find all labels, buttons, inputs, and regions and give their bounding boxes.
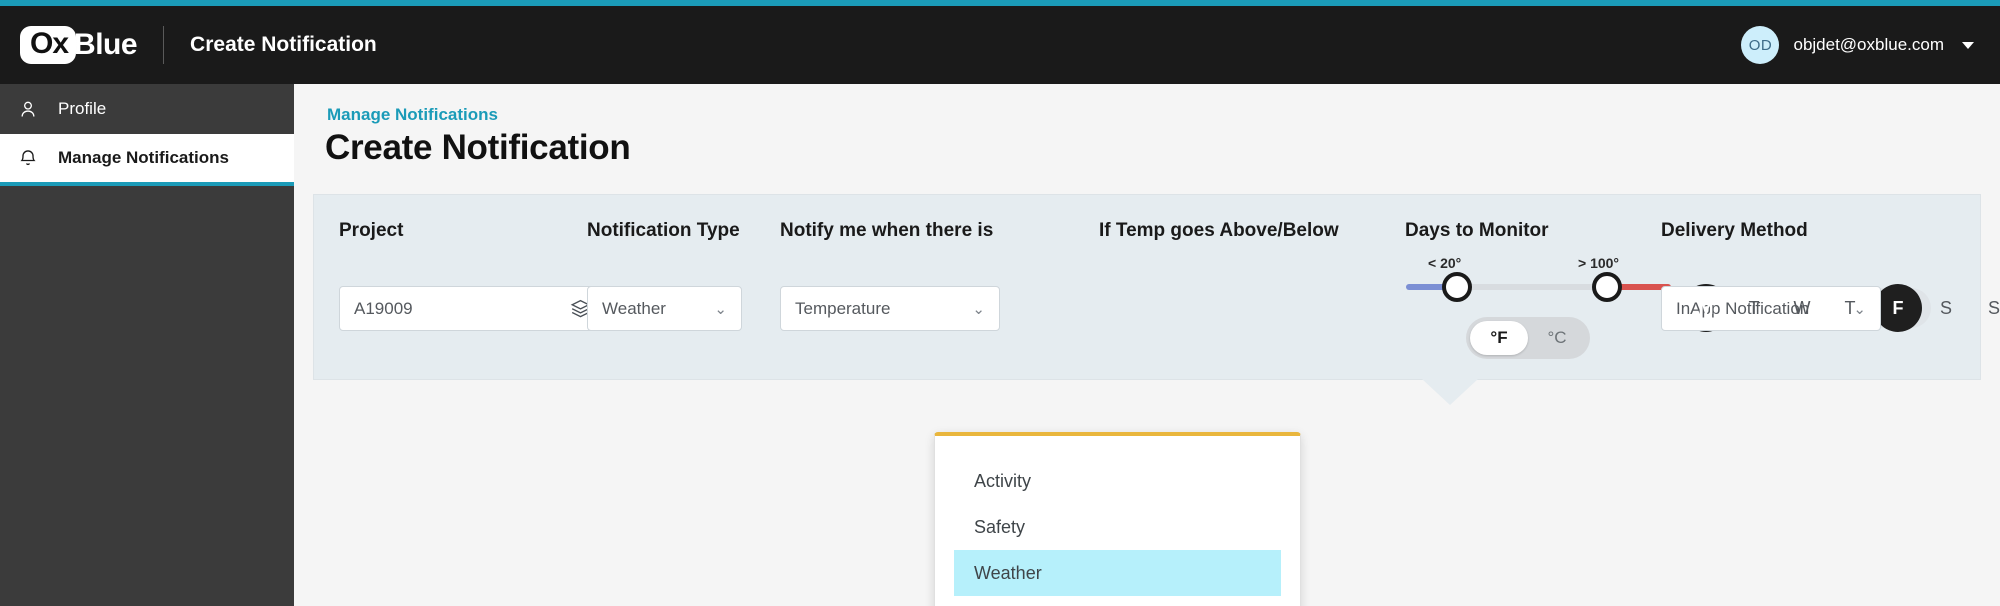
notification-type-dropdown-menu[interactable]: Activity Safety Weather: [934, 432, 1301, 606]
chevron-down-icon[interactable]: [1962, 41, 1974, 49]
temperature-unit-toggle[interactable]: °F °C: [1466, 317, 1590, 359]
temperature-range-slider[interactable]: < 20° > 100°: [1406, 255, 1671, 302]
nav-divider: [163, 26, 165, 64]
column-header-notify-when: Notify me when there is: [780, 220, 994, 241]
sidebar-item-manage-notifications[interactable]: Manage Notifications: [0, 134, 294, 186]
slider-handle-high[interactable]: [1592, 272, 1622, 302]
app-root: Ox Blue Create Notification OD objdet@ox…: [0, 0, 2000, 606]
slider-captions: < 20° > 100°: [1406, 255, 1671, 277]
day-label: M: [1698, 297, 1714, 318]
notify-when-value: Temperature: [795, 298, 891, 318]
slider-high-label: > 100°: [1578, 255, 1620, 271]
notification-type-value: Weather: [602, 298, 666, 318]
bell-icon: [20, 150, 36, 166]
chevron-down-icon: ⌄: [972, 300, 985, 318]
oxblue-logo[interactable]: Ox Blue: [20, 26, 138, 64]
day-toggle-sunday[interactable]: S: [1970, 279, 2000, 337]
day-label: T: [1748, 297, 1760, 318]
day-label: S: [1987, 297, 2000, 318]
dropdown-option-weather[interactable]: Weather: [954, 550, 1281, 596]
unit-option-fahrenheit[interactable]: °F: [1470, 321, 1528, 355]
breadcrumb[interactable]: Manage Notifications: [327, 105, 498, 125]
sidebar: Profile Manage Notifications: [0, 84, 294, 606]
project-value: A19009: [354, 298, 413, 318]
page-title: Create Notification: [325, 128, 631, 167]
day-label: T: [1844, 297, 1856, 318]
dropdown-option-safety[interactable]: Safety: [954, 504, 1281, 550]
project-select[interactable]: A19009: [339, 286, 606, 331]
column-header-delivery-method: Delivery Method: [1661, 220, 1808, 241]
sidebar-item-label: Profile: [58, 99, 107, 118]
delivery-method-value: InApp Notification: [1676, 298, 1810, 318]
avatar: OD: [1741, 26, 1780, 64]
sidebar-item-label: Manage Notifications: [58, 148, 229, 167]
day-label: S: [1939, 297, 1952, 318]
user-icon: [21, 101, 35, 117]
dropdown-option-activity[interactable]: Activity: [954, 458, 1281, 504]
column-header-days-to-monitor: Days to Monitor: [1405, 220, 1549, 241]
column-header-temp-threshold: If Temp goes Above/Below: [1099, 220, 1339, 241]
panel-callout-notch: [1422, 379, 1478, 405]
logo-ox-mark: Ox: [20, 26, 77, 64]
column-header-project: Project: [339, 220, 404, 241]
user-email-label: objdet@oxblue.com: [1793, 35, 1944, 54]
top-navigation-bar: Ox Blue Create Notification OD objdet@ox…: [0, 6, 2000, 84]
slider-track[interactable]: [1406, 272, 1671, 302]
slider-low-label: < 20°: [1428, 255, 1462, 271]
day-label: W: [1793, 297, 1811, 318]
notification-type-select[interactable]: Weather ⌄: [587, 286, 742, 331]
main-content: Manage Notifications Create Notification…: [294, 84, 2000, 606]
notification-form-panel: Project Notification Type Notify me when…: [313, 194, 2000, 380]
unit-option-celsius[interactable]: °C: [1528, 321, 1586, 355]
chevron-down-icon: ⌄: [714, 300, 727, 318]
page-context-title: Create Notification: [190, 33, 377, 56]
sidebar-item-profile[interactable]: Profile: [0, 84, 294, 134]
day-toggle-friday[interactable]: F: [1874, 279, 1922, 337]
column-header-notification-type: Notification Type: [587, 220, 740, 241]
notify-when-select[interactable]: Temperature ⌄: [780, 286, 1000, 331]
day-toggle-saturday[interactable]: S: [1922, 279, 1970, 337]
slider-handle-low[interactable]: [1442, 272, 1472, 302]
logo-blue-text: Blue: [74, 28, 138, 61]
day-label: F: [1892, 297, 1904, 318]
user-menu[interactable]: OD objdet@oxblue.com: [1741, 26, 1974, 64]
